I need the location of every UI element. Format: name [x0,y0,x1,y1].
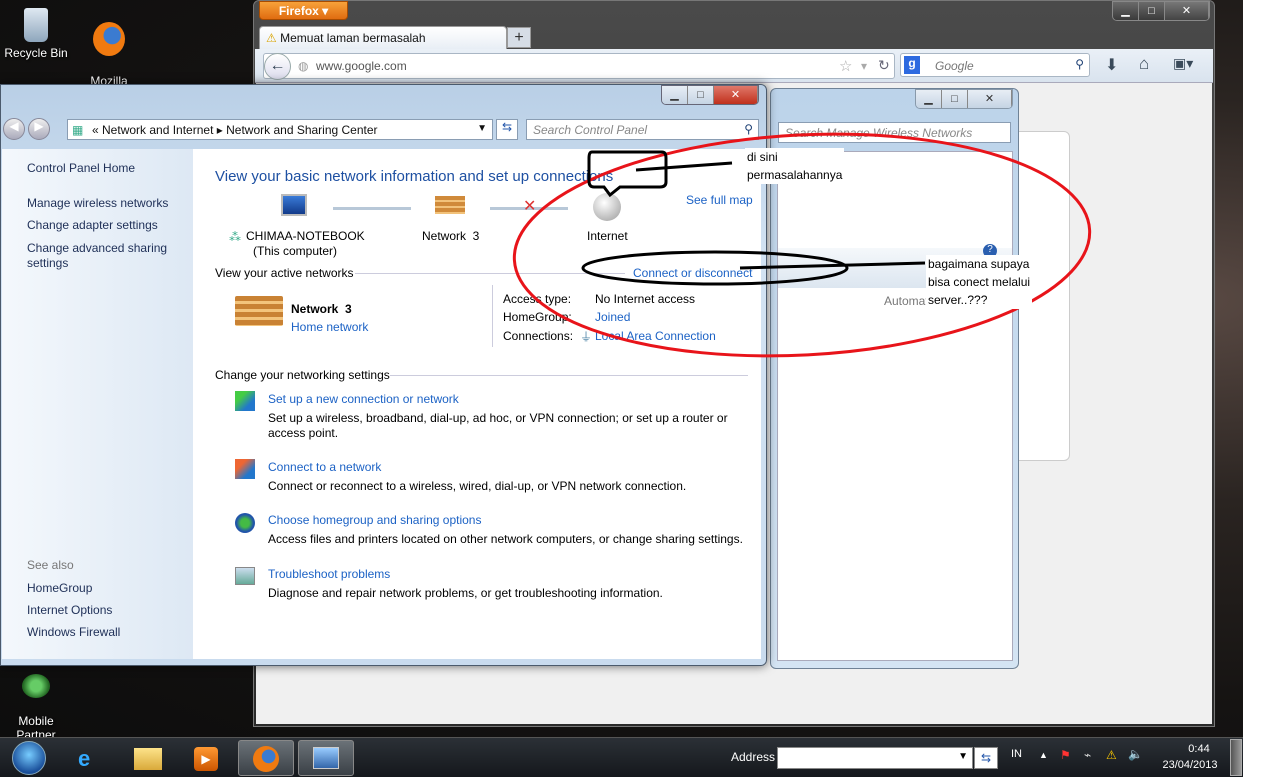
taskbar: e ▶ Address ▼ ⇆ IN ▲ ⚑ ⌁ ⚠ 🔈 0:44 23/04/… [0,737,1243,777]
black-pointer-line-1 [635,161,733,172]
folder-icon [134,748,162,770]
taskbar-explorer[interactable] [120,740,176,776]
show-hidden-icons-icon[interactable]: ▲ [1039,750,1048,760]
annotation-note-2: bagaimana supaya bisa conect melalui ser… [926,255,1033,309]
clock-time[interactable]: 0:44 [1176,743,1222,755]
taskbar-internet-explorer[interactable]: e [62,740,118,776]
show-desktop-button[interactable] [1230,739,1242,776]
address-input[interactable]: ▼ [777,747,973,769]
volume-icon[interactable]: 🔈 [1128,747,1143,761]
power-icon[interactable]: ⌁ [1084,748,1091,762]
dropdown-icon[interactable]: ▼ [958,751,968,762]
black-pointer-line-2 [739,261,926,270]
clock-date[interactable]: 23/04/2013 [1158,759,1222,771]
address-label: Address [731,750,776,764]
control-panel-icon [313,747,339,769]
firefox-icon [253,746,279,772]
black-ellipse [581,250,849,286]
internet-explorer-icon: e [78,746,91,771]
taskbar-media-player[interactable]: ▶ [178,740,234,776]
language-indicator[interactable]: IN [1011,748,1022,760]
taskbar-control-panel[interactable] [298,740,354,776]
go-icon[interactable]: ⇆ [974,747,998,769]
action-center-flag-icon[interactable]: ⚑ [1060,748,1071,762]
annotation-note-1: di sini permasalahannya [745,148,845,184]
start-button[interactable] [12,741,46,775]
annotation-overlay [512,132,1092,358]
network-warning-icon[interactable]: ⚠ [1106,748,1117,762]
taskbar-firefox[interactable] [238,740,294,776]
media-player-icon: ▶ [194,747,218,771]
